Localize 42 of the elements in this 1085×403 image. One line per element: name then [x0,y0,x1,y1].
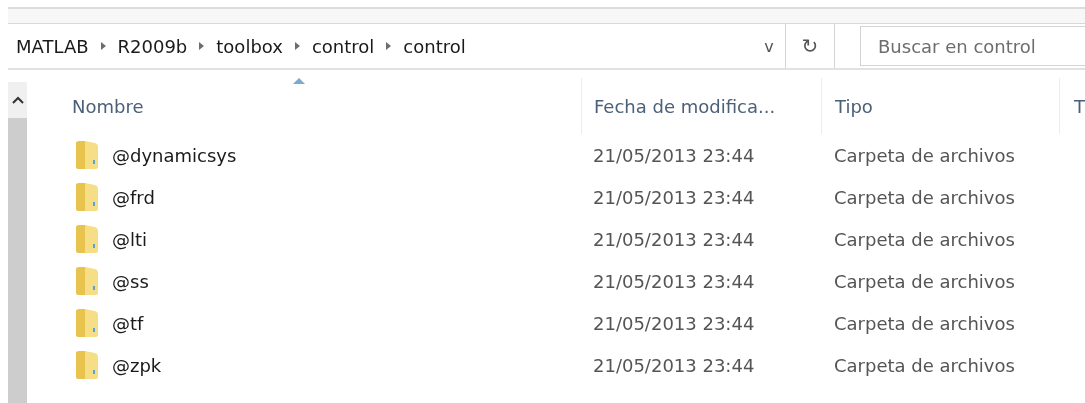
chevron-right-icon [293,41,301,51]
breadcrumb-item[interactable]: MATLAB [8,35,100,57]
breadcrumb-item[interactable]: control [300,35,386,57]
column-header[interactable]: Tipo [835,95,873,117]
refresh-button[interactable]: ↻ [785,24,835,68]
file-name[interactable]: @ss [112,270,149,292]
folder-icon [74,140,100,170]
file-name[interactable]: @dynamicsys [112,144,237,166]
column-header[interactable]: Nombre [72,95,144,117]
chevron-right-icon [198,41,206,51]
file-name[interactable]: @zpk [112,354,162,376]
chevron-right-icon [385,41,393,51]
search-field[interactable]: Buscar en control [860,26,1085,66]
folder-icon [74,350,100,380]
date-modified: 21/05/2013 23:44 [593,312,755,334]
date-modified: 21/05/2013 23:44 [593,228,755,250]
file-type: Carpeta de archivos [834,144,1015,166]
date-modified: 21/05/2013 23:44 [593,354,755,376]
address-bar[interactable]: MATLAB R2009b toolbox control control v ↻ [8,24,835,68]
column-header[interactable]: Fecha de modifica... [594,95,776,117]
date-modified: 21/05/2013 23:44 [593,186,755,208]
file-type: Carpeta de archivos [834,228,1015,250]
file-name[interactable]: @lti [112,228,148,250]
scroll-up-icon[interactable] [11,96,24,104]
folder-icon [74,266,100,296]
file-type: Carpeta de archivos [834,354,1015,376]
folder-icon [74,308,100,338]
breadcrumb-item[interactable]: R2009b [106,35,199,57]
folder-icon [74,224,100,254]
file-type: Carpeta de archivos [834,270,1015,292]
column-header[interactable]: T [1074,95,1085,117]
folder-icon [74,182,100,212]
chevron-right-icon [99,41,107,51]
breadcrumb-item[interactable]: toolbox [205,35,294,57]
file-name[interactable]: @tf [112,312,144,334]
file-type: Carpeta de archivos [834,312,1015,334]
breadcrumb-item[interactable]: control [392,35,477,57]
date-modified: 21/05/2013 23:44 [593,270,755,292]
file-name[interactable]: @frd [112,186,155,208]
dropdown-button[interactable]: v [753,24,785,68]
date-modified: 21/05/2013 23:44 [593,144,755,166]
file-type: Carpeta de archivos [834,186,1015,208]
